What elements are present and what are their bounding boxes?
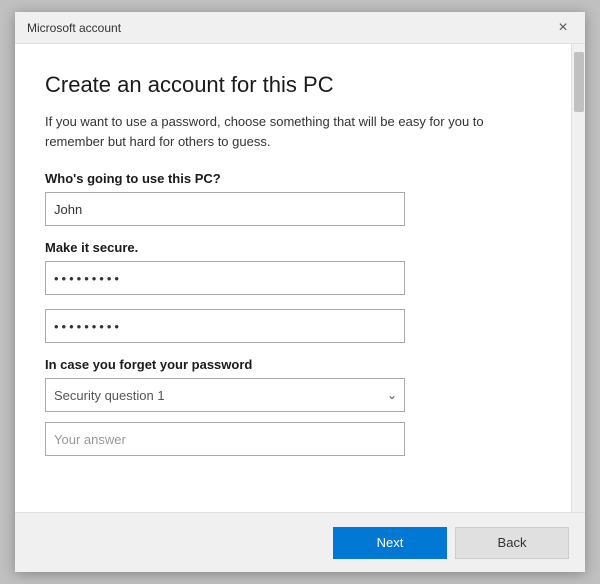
scrollbar-thumb[interactable] — [574, 52, 584, 112]
username-label: Who's going to use this PC? — [45, 171, 541, 186]
footer: Next Back — [15, 512, 585, 572]
page-title: Create an account for this PC — [45, 72, 541, 98]
answer-input[interactable] — [45, 422, 405, 456]
next-button[interactable]: Next — [333, 527, 447, 559]
security-question-select[interactable]: Security question 1 Security question 2 … — [45, 378, 405, 412]
secure-label: Make it secure. — [45, 240, 541, 255]
forgot-label: In case you forget your password — [45, 357, 541, 372]
page-description: If you want to use a password, choose so… — [45, 112, 541, 151]
window: Microsoft account × Create an account fo… — [15, 12, 585, 572]
security-question-wrapper: Security question 1 Security question 2 … — [45, 378, 405, 412]
window-title: Microsoft account — [27, 21, 121, 35]
title-bar: Microsoft account × — [15, 12, 585, 44]
confirm-password-input[interactable] — [45, 309, 405, 343]
main-content: Create an account for this PC If you wan… — [15, 44, 571, 512]
close-button[interactable]: × — [549, 14, 577, 42]
content-area: Create an account for this PC If you wan… — [15, 44, 585, 512]
password-input[interactable] — [45, 261, 405, 295]
username-input[interactable] — [45, 192, 405, 226]
back-button[interactable]: Back — [455, 527, 569, 559]
scrollbar-track[interactable] — [571, 44, 585, 512]
